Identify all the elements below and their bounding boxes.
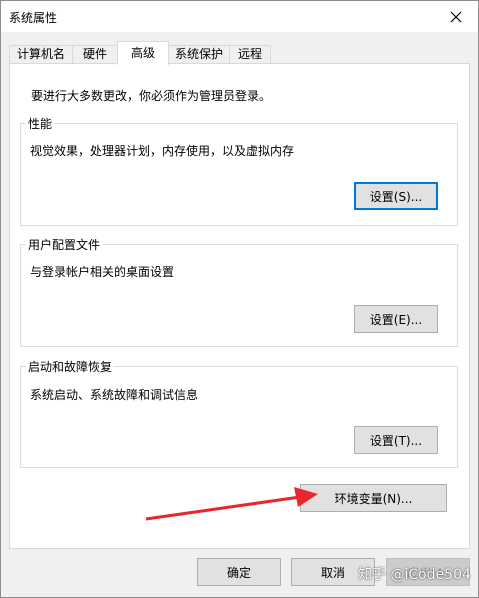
performance-group-title: 性能 <box>26 115 55 132</box>
startup-recovery-group: 启动和故障恢复 系统启动、系统故障和调试信息 设置(T)... <box>20 358 458 468</box>
tab-computer-name[interactable]: 计算机名 <box>9 45 73 64</box>
ok-button[interactable]: 确定 <box>197 558 281 586</box>
tab-system-protection[interactable]: 系统保护 <box>168 45 230 64</box>
window-title: 系统属性 <box>9 11 58 25</box>
watermark-text: 知乎 @iCode504 <box>358 567 471 583</box>
startup-recovery-group-title: 启动和故障恢复 <box>26 358 115 375</box>
close-button[interactable] <box>433 1 478 32</box>
user-profiles-description: 与登录帐户相关的桌面设置 <box>30 265 175 279</box>
advanced-tab-panel: 要进行大多数更改，你必须作为管理员登录。 性能 视觉效果，处理器计划，内存使用，… <box>9 63 470 549</box>
user-profiles-group: 用户配置文件 与登录帐户相关的桌面设置 设置(E)... <box>20 236 458 347</box>
system-properties-window: 系统属性 计算机名 硬件 高级 系统保护 远程 要进行大多数更改，你必须作为管理… <box>0 0 479 598</box>
tab-advanced[interactable]: 高级 <box>117 41 169 65</box>
performance-settings-button[interactable]: 设置(S)... <box>354 182 438 210</box>
startup-recovery-settings-button[interactable]: 设置(T)... <box>354 426 438 454</box>
environment-variables-button[interactable]: 环境变量(N)... <box>300 484 447 512</box>
performance-description: 视觉效果，处理器计划，内存使用，以及虚拟内存 <box>30 144 295 158</box>
user-profiles-group-title: 用户配置文件 <box>26 236 103 253</box>
tab-remote[interactable]: 远程 <box>229 45 271 64</box>
close-icon <box>450 11 461 22</box>
title-bar: 系统属性 <box>1 1 478 32</box>
admin-notice: 要进行大多数更改，你必须作为管理员登录。 <box>31 89 272 103</box>
tab-hardware[interactable]: 硬件 <box>72 45 118 64</box>
startup-recovery-description: 系统启动、系统故障和调试信息 <box>30 388 199 402</box>
performance-group: 性能 视觉效果，处理器计划，内存使用，以及虚拟内存 设置(S)... <box>20 115 458 226</box>
user-profiles-settings-button[interactable]: 设置(E)... <box>354 305 438 333</box>
